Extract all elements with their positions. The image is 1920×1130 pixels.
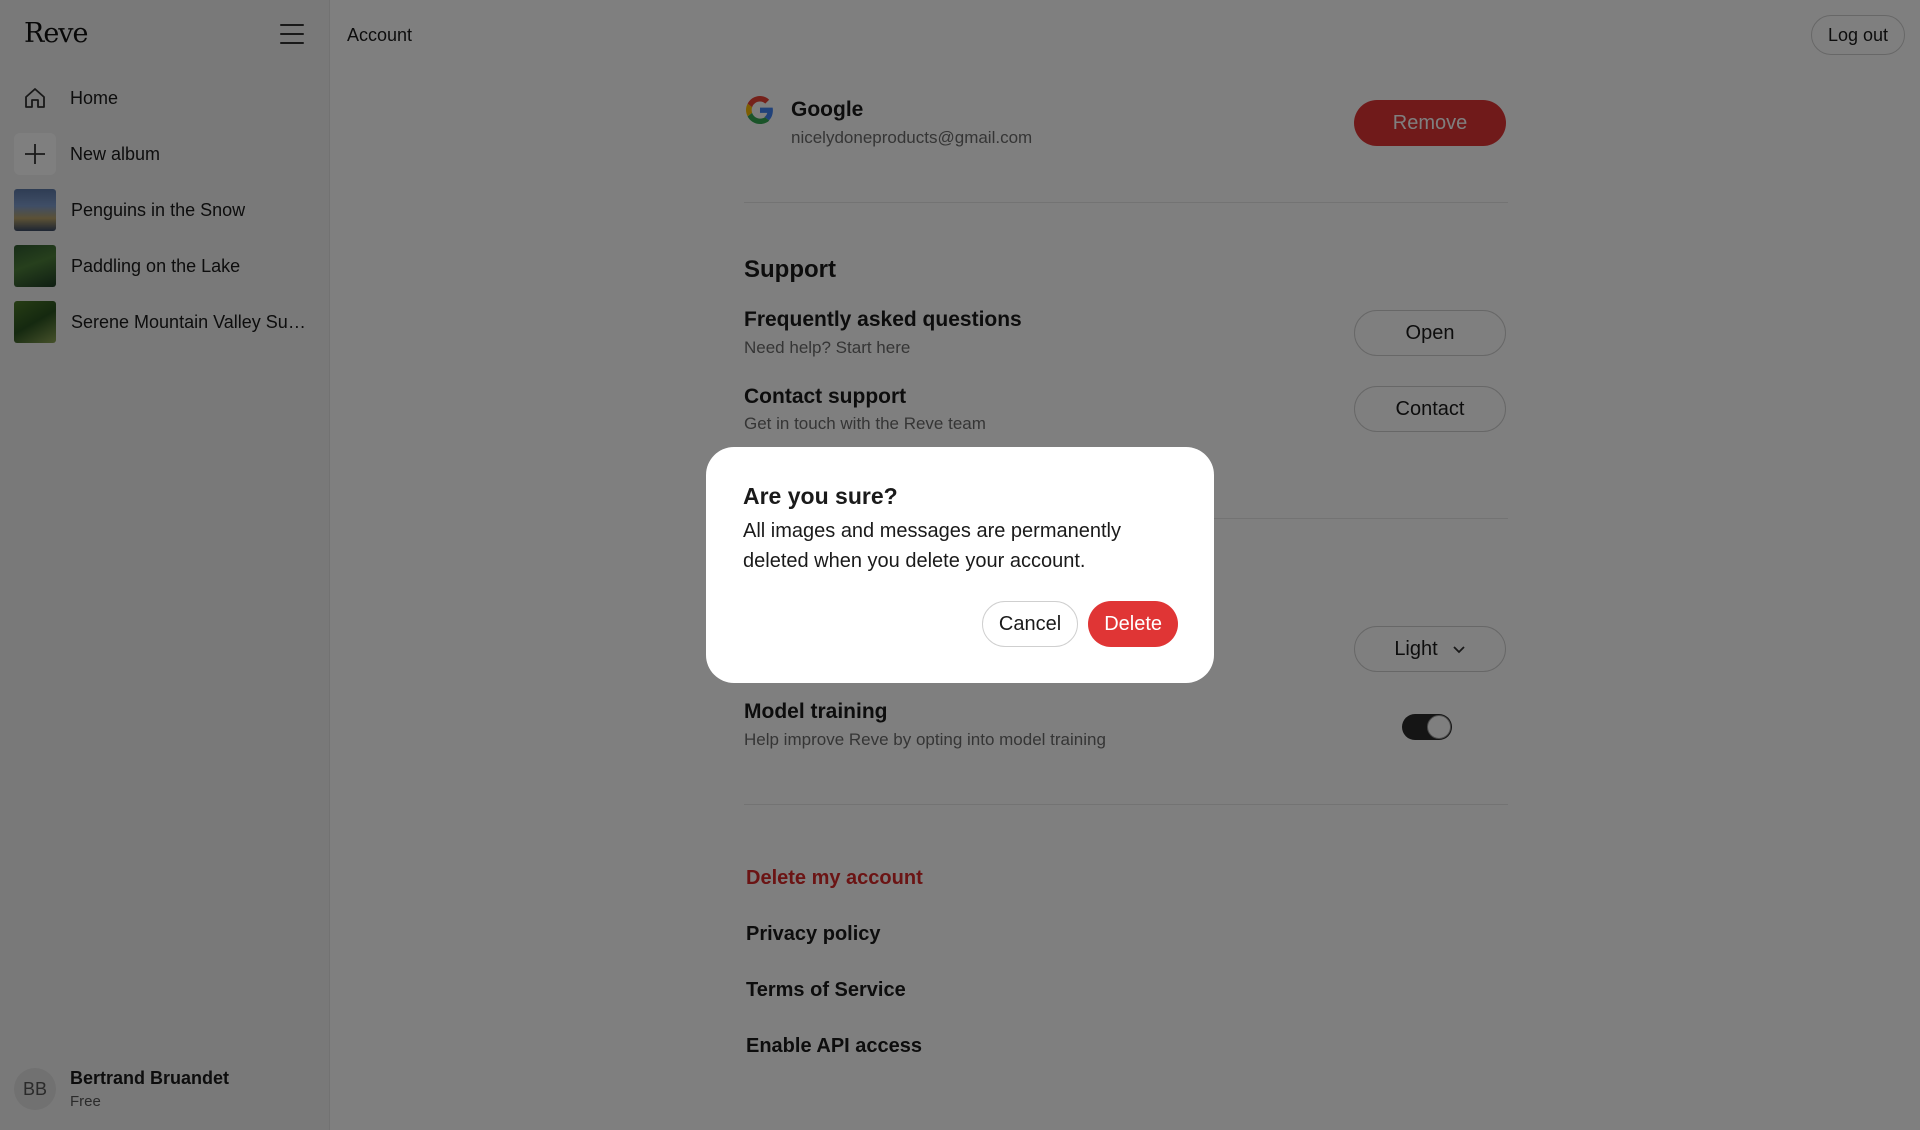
dialog-message: All images and messages are permanently … <box>743 520 1121 572</box>
cancel-button[interactable]: Cancel <box>981 601 1079 647</box>
confirm-delete-dialog: Are you sure? All images and messages ar… <box>706 447 1214 683</box>
dialog-actions: Cancel Delete <box>981 601 1178 647</box>
dialog-title: Are you sure? <box>743 483 898 509</box>
delete-button[interactable]: Delete <box>1088 601 1178 647</box>
